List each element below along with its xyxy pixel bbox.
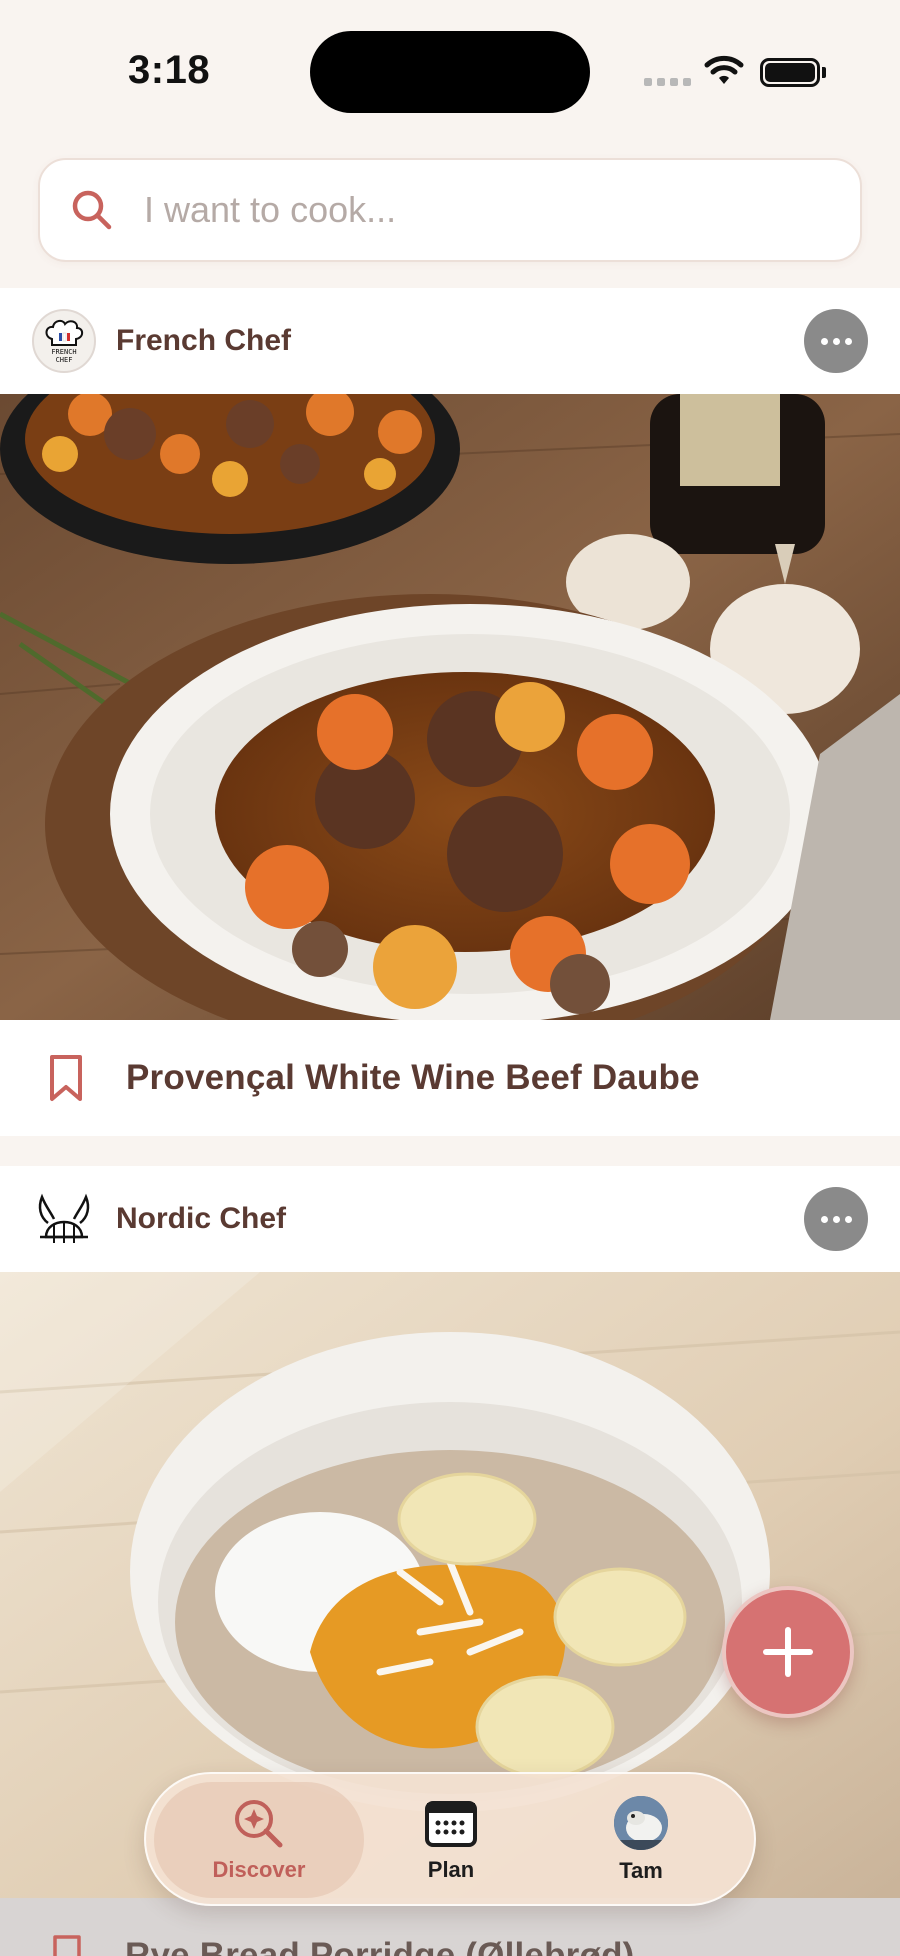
recipe-title[interactable]: Provençal White Wine Beef Daube <box>126 1058 700 1098</box>
beef-daube-photo <box>0 394 900 1020</box>
battery-icon <box>760 58 820 87</box>
status-bar: 3:18 <box>0 0 900 140</box>
recipe-footer: Provençal White Wine Beef Daube <box>0 1020 900 1136</box>
chef-hat-icon: FRENCH CHEF <box>45 319 84 364</box>
card-header: Nordic Chef <box>0 1166 900 1272</box>
bookmark-icon[interactable] <box>48 1053 84 1103</box>
chef-avatar-text-2: CHEF <box>56 356 73 364</box>
viking-helmet-icon <box>38 1193 90 1243</box>
tab-profile[interactable]: Tam <box>536 1782 746 1898</box>
discover-icon <box>235 1800 283 1848</box>
cellular-signal-icon <box>644 78 691 86</box>
tab-bar: Discover Plan Tam <box>144 1772 756 1906</box>
avatar <box>614 1796 668 1850</box>
recipe-footer: Rye Bread Porridge (Øllebrød) <box>0 1898 900 1956</box>
search-icon <box>72 190 112 230</box>
more-options-button[interactable] <box>804 1187 868 1251</box>
chef-name[interactable]: Nordic Chef <box>116 1202 286 1236</box>
recipe-card[interactable]: FRENCH CHEF French Chef Provençal White … <box>0 288 900 1136</box>
status-time: 3:18 <box>128 48 211 92</box>
tab-label: Plan <box>427 1857 475 1882</box>
tab-label: Discover <box>212 1857 306 1882</box>
add-recipe-button[interactable] <box>722 1586 854 1718</box>
tab-label: Tam <box>619 1858 663 1883</box>
recipe-image[interactable] <box>0 394 900 1020</box>
plus-icon <box>763 1627 813 1677</box>
chef-avatar[interactable] <box>32 1187 96 1251</box>
tab-plan[interactable]: Plan <box>346 1782 556 1898</box>
wifi-icon <box>704 55 744 84</box>
card-header: FRENCH CHEF French Chef <box>0 288 900 394</box>
chef-avatar-text-1: FRENCH <box>51 348 76 356</box>
chef-name[interactable]: French Chef <box>116 324 291 358</box>
search-input[interactable] <box>144 189 860 231</box>
tab-discover[interactable]: Discover <box>154 1782 364 1898</box>
calendar-icon <box>425 1801 477 1847</box>
dynamic-island <box>310 31 590 113</box>
search-bar[interactable] <box>38 158 862 262</box>
recipe-title[interactable]: Rye Bread Porridge (Øllebrød) <box>125 1936 635 1956</box>
bookmark-icon[interactable] <box>52 1934 82 1956</box>
more-options-button[interactable] <box>804 309 868 373</box>
chef-avatar[interactable]: FRENCH CHEF <box>32 309 96 373</box>
